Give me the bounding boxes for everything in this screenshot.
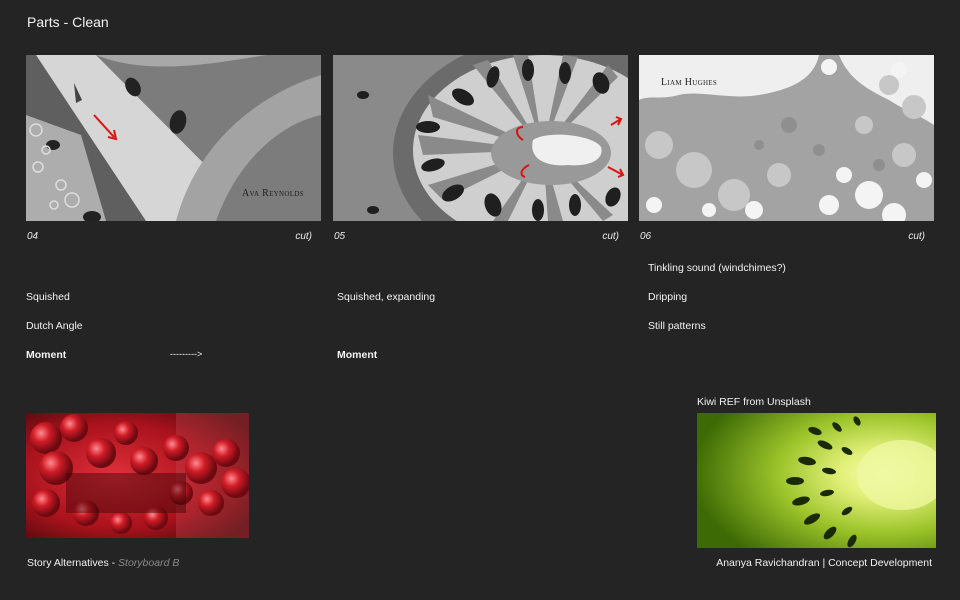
footer-left-subtitle: Storyboard B (118, 557, 180, 569)
footer-left-title: Story Alternatives - (27, 557, 119, 569)
note-dutch-angle: Dutch Angle (26, 320, 83, 332)
note-moment: Moment (26, 349, 67, 361)
panel-06-drawing: Liam Hughes (639, 55, 934, 221)
panel-04-number: 04 (27, 231, 39, 242)
footer-story-alternatives: Story Alternatives - Storyboard B (27, 557, 179, 569)
panel-04-drawing: Ava Reynolds (26, 55, 321, 221)
note-dripping: Dripping (648, 291, 688, 303)
panel-05-number: 05 (334, 231, 346, 242)
storyboard-panel-05[interactable] (333, 55, 628, 221)
panel-05-drawing (333, 55, 628, 221)
storyboard-panel-04[interactable]: Ava Reynolds (26, 55, 321, 221)
page-title: Parts - Clean (27, 14, 109, 30)
panel-06-number: 06 (640, 231, 652, 242)
raspberry-reference-image[interactable] (26, 413, 249, 538)
panel-06-cut: cut) (908, 231, 925, 242)
note-arrow: ---------> (170, 349, 203, 359)
kiwi-photo (697, 413, 936, 548)
raspberry-photo (26, 413, 249, 538)
note-squished: Squished (26, 291, 70, 303)
note-still-patterns: Still patterns (648, 320, 706, 332)
panel-06-signature: Liam Hughes (661, 77, 717, 88)
panel-05-cut: cut) (602, 231, 619, 242)
kiwi-reference-label: Kiwi REF from Unsplash (697, 396, 811, 408)
note-squished-expanding: Squished, expanding (337, 291, 436, 303)
note-moment-2: Moment (337, 349, 378, 361)
note-tinkling-sound: Tinkling sound (windchimes?) (648, 262, 786, 274)
footer-credit: Ananya Ravichandran | Concept Developmen… (716, 557, 932, 569)
kiwi-reference-image[interactable] (697, 413, 936, 548)
panel-04-cut: cut) (295, 231, 312, 242)
panel-04-signature: Ava Reynolds (242, 188, 304, 199)
storyboard-panel-06[interactable]: Liam Hughes (639, 55, 934, 221)
